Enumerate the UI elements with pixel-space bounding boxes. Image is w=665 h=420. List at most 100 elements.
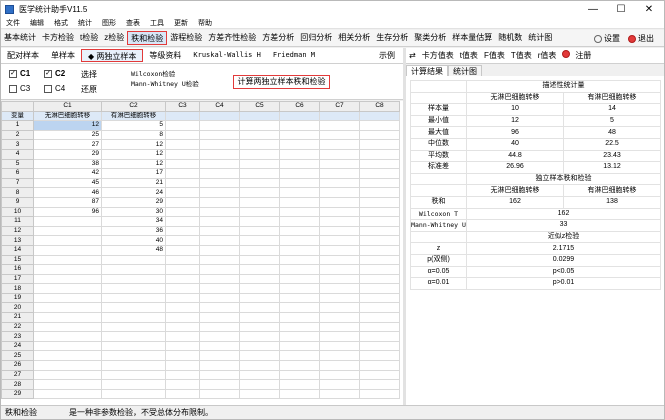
variable-name-c2[interactable]: 有淋巴细胞转移 [101,110,166,122]
menu-statistics[interactable]: 统计 [73,18,97,28]
tool-sample-size[interactable]: 样本量估算 [449,31,495,45]
grid-cell[interactable] [165,120,200,131]
grid-cell-c2[interactable]: 17 [101,168,166,179]
grid-cell[interactable] [165,273,200,285]
grid-cell[interactable] [359,216,400,227]
grid-cell[interactable] [319,340,360,352]
grid-cell[interactable] [239,120,280,131]
subtab-ordinal[interactable]: 等级资料 [143,49,187,62]
grid-cell[interactable] [239,360,280,371]
grid-cell[interactable] [359,264,400,275]
grid-cell[interactable] [279,187,320,198]
tab-T-table[interactable]: T值表 [508,50,535,61]
row-number[interactable]: 18 [1,283,34,294]
grid-cell[interactable] [359,254,400,266]
grid-cell[interactable] [319,168,360,179]
grid-cell[interactable] [199,340,240,352]
grid-cell[interactable] [319,321,360,333]
grid-cell[interactable] [165,350,200,362]
grid-cell[interactable] [359,120,400,131]
grid-cell[interactable] [279,216,320,227]
grid-cell-c1[interactable]: 12 [33,120,102,131]
row-number[interactable]: 3 [1,139,34,150]
grid-cell[interactable] [279,340,320,352]
grid-cell[interactable] [239,273,280,285]
grid-cell[interactable] [279,129,320,141]
grid-cell-c1[interactable] [33,360,102,371]
grid-cell-c2[interactable] [101,264,166,275]
grid-cell[interactable] [279,273,320,285]
grid-cell[interactable] [279,292,320,304]
menu-file[interactable]: 文件 [1,18,25,28]
grid-cell[interactable] [199,187,240,198]
grid-cell[interactable] [165,177,200,189]
grid-cell-c1[interactable] [33,388,102,400]
grid-cell-c2[interactable] [101,350,166,362]
tab-stat-chart[interactable]: 统计图 [448,65,482,76]
subtab-paired[interactable]: 配对样本 [1,49,45,62]
grid-cell[interactable] [239,331,280,342]
grid-cell[interactable] [279,254,320,266]
minimize-button[interactable]: — [579,1,607,17]
grid-cell[interactable] [319,187,360,198]
row-number[interactable]: 10 [1,206,34,218]
grid-cell[interactable] [165,148,200,160]
grid-cell[interactable] [199,244,240,256]
grid-cell[interactable] [239,168,280,179]
grid-cell[interactable] [239,340,280,352]
grid-cell[interactable] [279,369,320,381]
grid-cell[interactable] [239,177,280,189]
grid-cell[interactable] [279,196,320,208]
grid-cell[interactable] [239,292,280,304]
grid-cell[interactable] [165,360,200,371]
grid-cell-c2[interactable] [101,331,166,342]
row-number[interactable]: 22 [1,321,34,333]
grid-cell[interactable] [359,235,400,246]
grid-cell[interactable] [199,321,240,333]
grid-cell[interactable] [279,302,320,314]
grid-cell[interactable] [239,139,280,150]
tab-chi-square-table[interactable]: 卡方值表 [419,50,457,61]
grid-cell[interactable] [359,139,400,150]
grid-cell-c1[interactable] [33,302,102,314]
variable-name-empty[interactable] [199,110,240,122]
grid-cell[interactable] [319,148,360,160]
grid-cell-c2[interactable] [101,369,166,381]
grid-cell[interactable] [239,235,280,246]
subtab-one-sample[interactable]: 单样本 [45,49,81,62]
grid-cell-c2[interactable] [101,273,166,285]
grid-cell[interactable] [239,216,280,227]
row-number[interactable]: 27 [1,369,34,381]
grid-cell[interactable] [199,360,240,371]
grid-cell[interactable] [319,129,360,141]
grid-cell[interactable] [199,235,240,246]
grid-cell-c1[interactable] [33,350,102,362]
grid-cell[interactable] [165,206,200,218]
grid-cell-c1[interactable] [33,340,102,352]
grid-cell[interactable] [359,369,400,381]
grid-cell[interactable] [199,350,240,362]
grid-cell[interactable] [199,139,240,150]
grid-cell-c1[interactable]: 29 [33,148,102,160]
grid-cell[interactable] [199,264,240,275]
row-number[interactable]: 20 [1,302,34,314]
tool-chart[interactable]: 统计图 [525,31,555,45]
grid-cell[interactable] [319,283,360,294]
tab-register[interactable]: 注册 [559,50,597,61]
grid-cell[interactable] [199,120,240,131]
grid-cell[interactable] [359,187,400,198]
grid-cell[interactable] [199,196,240,208]
grid-cell[interactable] [239,321,280,333]
row-number[interactable]: 2 [1,129,34,141]
grid-cell[interactable] [319,206,360,218]
row-number[interactable]: 23 [1,331,34,342]
grid-cell[interactable] [319,196,360,208]
tool-cluster[interactable]: 聚类分析 [411,31,449,45]
grid-cell-c2[interactable]: 48 [101,244,166,256]
row-number[interactable]: 7 [1,177,34,189]
swap-icon[interactable]: ⇄ [406,51,419,60]
column-header[interactable]: C7 [319,101,360,112]
grid-cell[interactable] [359,283,400,294]
grid-cell[interactable] [165,331,200,342]
grid-cell-c2[interactable]: 8 [101,129,166,141]
